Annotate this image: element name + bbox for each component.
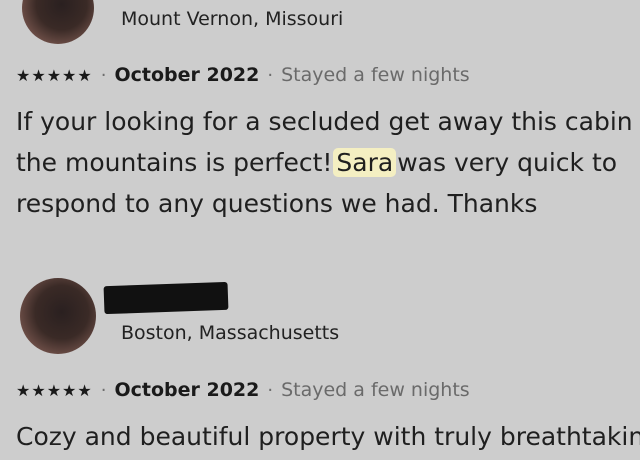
reviews-page: Mount Vernon, Missouri ★★★★★ · October 2… (0, 0, 640, 460)
redacted-reviewer-name (103, 281, 229, 315)
reviewer-location: Mount Vernon, Missouri (121, 8, 344, 30)
separator-dot: · (267, 64, 274, 86)
review-line: the mountains is perfect! Sara was very qu… (16, 142, 640, 183)
star-rating-icon: ★★★★★ (16, 380, 93, 400)
host-name-highlight: Sara (333, 148, 397, 177)
review-text: If your looking for a secluded get away … (16, 101, 640, 224)
reviewer-avatar[interactable] (20, 278, 96, 354)
separator-dot: · (100, 64, 107, 86)
stay-length: Stayed a few nights (281, 64, 470, 86)
star-rating-icon: ★★★★★ (16, 65, 93, 85)
separator-dot: · (100, 379, 107, 401)
stay-length: Stayed a few nights (281, 379, 470, 401)
separator-dot: · (267, 379, 274, 401)
review-line-part: the mountains is perfect! (16, 148, 333, 177)
review-line: Cozy and beautiful property with truly b… (16, 422, 640, 451)
review-line: If your looking for a secluded get away … (16, 107, 640, 136)
review-line-part: was very quick to (397, 148, 618, 177)
reviewer-location: Boston, Massachusetts (121, 322, 340, 344)
review-date: October 2022 (114, 379, 260, 401)
review-meta: ★★★★★ · October 2022 · Stayed a few nigh… (16, 64, 470, 86)
reviewer-avatar[interactable] (22, 0, 94, 44)
review-line: respond to any questions we had. Thanks (16, 189, 538, 218)
review-date: October 2022 (114, 64, 260, 86)
review-text: Cozy and beautiful property with truly b… (16, 416, 640, 457)
review-meta: ★★★★★ · October 2022 · Stayed a few nigh… (16, 379, 470, 401)
